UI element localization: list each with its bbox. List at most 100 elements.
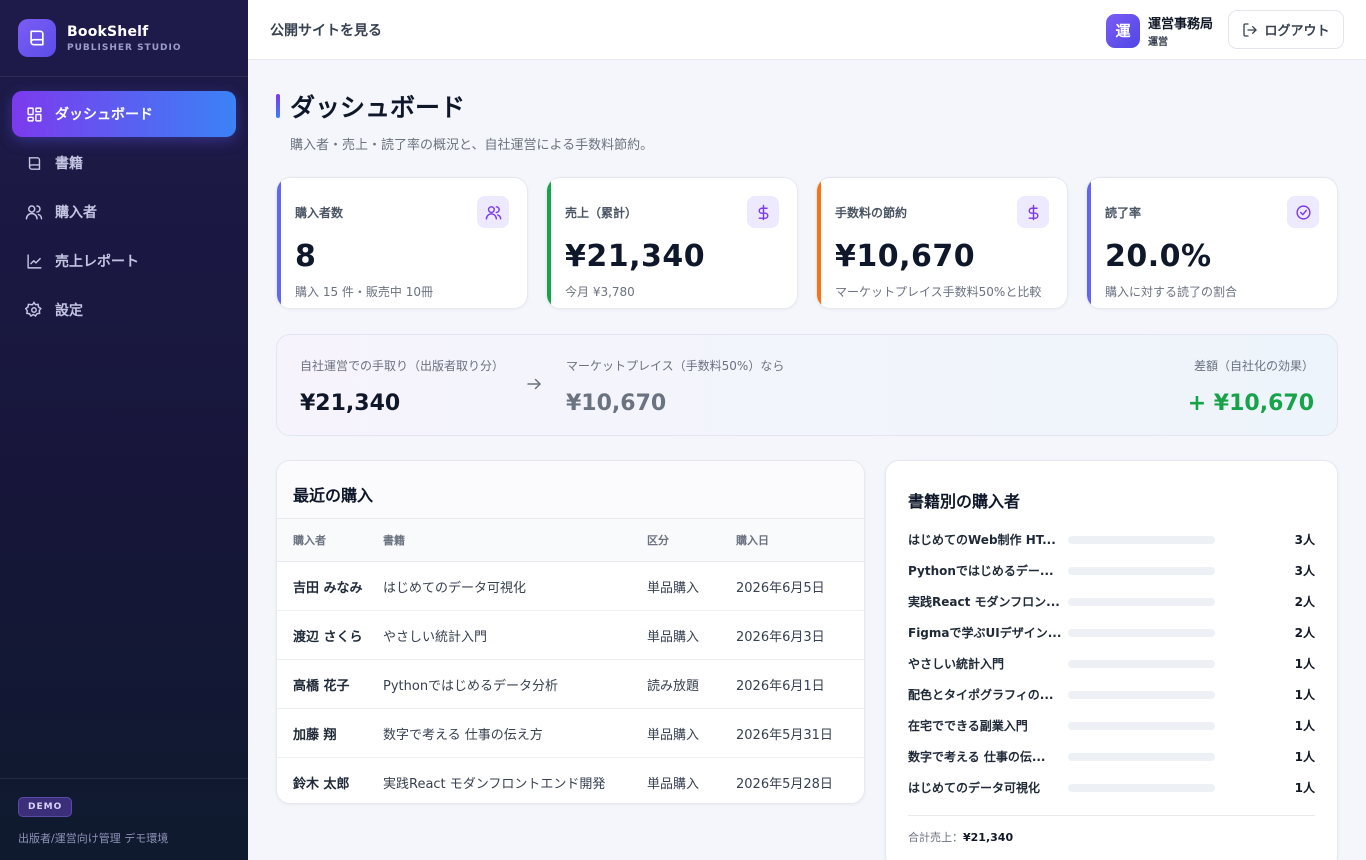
stat-value: 8 — [295, 239, 317, 274]
buyer-count: 3人 — [1294, 564, 1315, 578]
difference-label: 差額（自社化の効果） — [1193, 359, 1314, 373]
type-cell: 単品購入 — [647, 561, 736, 611]
sidebar-item-label: 書籍 — [55, 156, 83, 172]
book-name: 数字で考える 仕事の伝... — [908, 750, 1046, 764]
book-name: 在宅でできる副業入門 — [908, 719, 1028, 733]
sidebar-item-settings[interactable]: 設定 — [12, 287, 236, 333]
sidebar-item-dashboard[interactable]: ダッシュボード — [12, 91, 236, 137]
stat-card-completion-rate: 読了率 20.0% 購入に対する読了の割合 — [1086, 177, 1338, 309]
list-item: Figmaで学ぶUIデザイン... 2人 — [908, 617, 1315, 648]
type-cell: 単品購入 — [647, 776, 700, 792]
list-item: はじめてのWeb制作 HT... 3人 — [908, 524, 1315, 555]
type-cell: 単品購入 — [647, 610, 736, 660]
column-header: 書籍 — [383, 518, 647, 562]
buyer-count: 2人 — [1294, 595, 1315, 609]
bar-track — [1068, 752, 1215, 761]
public-site-link[interactable]: 公開サイトを見る — [270, 20, 382, 40]
buyers-by-book-list: はじめてのWeb制作 HT... 3人 Pythonではじめるデー... 3人 実践… — [908, 524, 1315, 803]
bar-track — [1068, 597, 1215, 606]
logout-button[interactable]: ログアウト — [1228, 10, 1344, 49]
own-revenue-value: ¥21,340 — [300, 391, 401, 416]
topbar: 公開サイトを見る 運 運営事務局 運営 ログアウト — [248, 0, 1366, 60]
buyer-cell: 渡辺 さくら — [277, 610, 383, 660]
bar-track — [1068, 783, 1215, 792]
sidebar-nav: ダッシュボード 書籍 購入者 売上レポート 設定 — [0, 77, 248, 350]
sidebar-item-books[interactable]: 書籍 — [12, 140, 236, 186]
difference: 差額（自社化の効果） + ¥10,670 — [1188, 357, 1314, 416]
users-icon — [25, 203, 43, 221]
list-item: はじめてのデータ可視化 1人 — [908, 772, 1315, 803]
column-header: 購入者 — [277, 518, 383, 562]
buyer-count: 1人 — [1294, 719, 1315, 733]
buyer-count: 2人 — [1294, 626, 1315, 640]
list-item: やさしい統計入門 1人 — [908, 648, 1315, 679]
book-name: Pythonではじめるデー... — [908, 564, 1054, 578]
marketplace-revenue: マーケットプレイス（手数料50%）なら ¥10,670 — [566, 357, 784, 416]
table-row[interactable]: 吉田 みなみ はじめてのデータ可視化 単品購入 2026年6月5日 — [277, 561, 864, 611]
total-sales-label: 合計売上： — [908, 831, 963, 844]
user-menu[interactable]: 運 運営事務局 運営 — [1106, 13, 1213, 48]
sidebar-footer: DEMO 出版者/運営向け管理 デモ環境 — [0, 778, 248, 860]
type-cell: 単品購入 — [647, 708, 736, 758]
sidebar-item-label: 売上レポート — [55, 254, 139, 270]
check-circle-icon — [1287, 196, 1319, 228]
logout-icon — [1243, 22, 1258, 37]
page-subtitle: 購入者・売上・読了率の概況と、自社運営による手数料節約。 — [290, 138, 654, 153]
date-cell: 2026年6月1日 — [736, 659, 864, 709]
brand[interactable]: BookShelf PUBLISHER STUDIO — [0, 0, 248, 77]
book-name: はじめてのデータ可視化 — [908, 781, 1041, 795]
sidebar-item-label: 設定 — [55, 303, 83, 319]
sidebar-item-label: ダッシュボード — [55, 107, 153, 123]
list-item: 実践React モダンフロン... 2人 — [908, 586, 1315, 617]
book-cell: 数字で考える 仕事の伝え方 — [383, 708, 647, 758]
type-cell: 読み放題 — [647, 659, 736, 709]
book-name: やさしい統計入門 — [908, 657, 1005, 671]
bar-track — [1068, 566, 1215, 575]
stat-card-buyers: 購入者数 8 購入 15 件・販売中 10冊 — [276, 177, 528, 309]
table-row[interactable]: 鈴木 太郎 実践React モダンフロントエンド開発 単品購入 2026年5月2… — [277, 758, 864, 804]
list-item: Pythonではじめるデー... 3人 — [908, 555, 1315, 586]
bar-track — [1068, 690, 1215, 699]
environment-note: 出版者/運営向け管理 デモ環境 — [18, 832, 169, 845]
difference-value: + ¥10,670 — [1187, 391, 1314, 416]
book-cell: はじめてのデータ可視化 — [383, 561, 647, 611]
fee-comparison-banner: 自社運営での手取り（出版者取り分） ¥21,340 マーケットプレイス（手数料5… — [276, 334, 1338, 436]
table-row[interactable]: 高橋 花子 Pythonではじめるデータ分析 読み放題 2026年6月1日 — [277, 659, 864, 709]
table-row[interactable]: 渡辺 さくら やさしい統計入門 単品購入 2026年6月3日 — [277, 610, 864, 660]
stat-note: 購入 15 件・販売中 10冊 — [295, 285, 433, 299]
buyers-by-book-panel: 書籍別の購入者 はじめてのWeb制作 HT... 3人 Pythonではじめるデー… — [885, 460, 1338, 860]
book-icon — [25, 154, 43, 172]
bar-track — [1068, 535, 1215, 544]
sidebar-item-sales-report[interactable]: 売上レポート — [12, 238, 236, 284]
stat-value: ¥10,670 — [835, 239, 976, 274]
gear-icon — [25, 301, 43, 319]
total-sales: 合計売上：¥21,340 — [908, 815, 1315, 845]
dashboard-icon — [25, 105, 43, 123]
book-name: 実践React モダンフロン... — [908, 595, 1060, 609]
list-item: 数字で考える 仕事の伝... 1人 — [908, 741, 1315, 772]
panel-title: 書籍別の購入者 — [908, 492, 1021, 511]
bar-track — [1068, 659, 1215, 668]
marketplace-revenue-label: マーケットプレイス（手数料50%）なら — [566, 359, 785, 373]
date-cell: 2026年6月3日 — [736, 610, 864, 660]
panel-title: 最近の購入 — [293, 486, 374, 505]
buyer-cell: 鈴木 太郎 — [293, 776, 350, 792]
marketplace-revenue-value: ¥10,670 — [566, 391, 667, 416]
avatar: 運 — [1106, 13, 1140, 48]
date-cell: 2026年5月31日 — [736, 708, 864, 758]
stat-card-sales: 売上（累計） ¥21,340 今月 ¥3,780 — [546, 177, 798, 309]
buyer-count: 1人 — [1294, 781, 1315, 795]
book-name: はじめてのWeb制作 HT... — [908, 533, 1056, 547]
buyer-count: 1人 — [1294, 688, 1315, 702]
table-row[interactable]: 加藤 翔 数字で考える 仕事の伝え方 単品購入 2026年5月31日 — [277, 708, 864, 758]
sidebar-item-buyers[interactable]: 購入者 — [12, 189, 236, 235]
total-sales-value: ¥21,340 — [963, 831, 1014, 844]
bar-track — [1068, 721, 1215, 730]
bar-track — [1068, 628, 1215, 637]
date-cell: 2026年6月5日 — [736, 561, 864, 611]
title-accent-bar — [276, 94, 280, 118]
book-icon — [18, 19, 56, 57]
book-name: Figmaで学ぶUIデザイン... — [908, 626, 1062, 640]
stat-card-fee-savings: 手数料の節約 ¥10,670 マーケットプレイス手数料50%と比較 — [816, 177, 1068, 309]
brand-name: BookShelf — [67, 23, 149, 40]
